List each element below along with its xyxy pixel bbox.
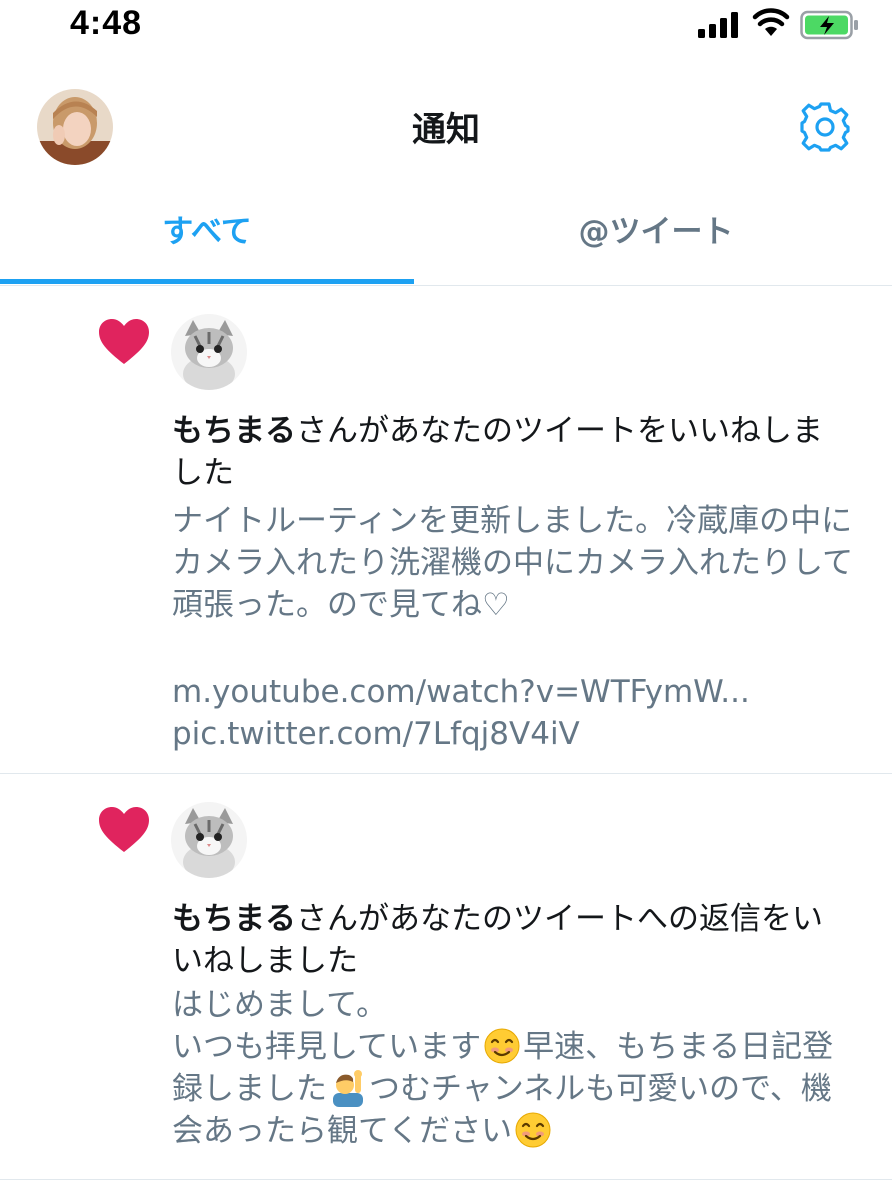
- wifi-icon: [752, 8, 790, 36]
- user-name[interactable]: もちまる: [172, 413, 296, 449]
- battery-charging-icon: [800, 10, 858, 40]
- tweet-line-greeting: はじめまして。: [172, 987, 388, 1023]
- tweet-preview: ナイトルーティンを更新しました。冷蔵庫の中にカメラ入れたり洗濯機の中にカメラ入れ…: [172, 500, 862, 626]
- page-title: 通知: [412, 110, 480, 150]
- tab-all[interactable]: すべて: [0, 196, 414, 284]
- notification-item[interactable]: もちまるさんがあなたのツイートをいいねしました ナイトルーティンを更新しました。…: [0, 286, 892, 774]
- tab-mentions[interactable]: @ツイート: [446, 196, 866, 284]
- smiling-face-emoji-icon: [484, 1028, 520, 1064]
- cat-avatar-image: [171, 802, 247, 878]
- notification-item[interactable]: もちまるさんがあなたのツイートへの返信をいいねしました はじめまして。 いつも拝…: [0, 774, 892, 1180]
- notification-message: もちまるさんがあなたのツイートをいいねしました: [172, 410, 852, 494]
- header: 通知: [0, 56, 892, 196]
- person-raising-hand-emoji-icon: [333, 1070, 363, 1107]
- user-name[interactable]: もちまる: [172, 901, 296, 937]
- active-tab-indicator: [0, 279, 414, 284]
- youtube-link[interactable]: m.youtube.com/watch?v=WTFymW...: [172, 671, 862, 713]
- status-time: 4:48: [70, 4, 143, 42]
- status-bar: 4:48: [0, 0, 892, 56]
- user-avatar[interactable]: [171, 314, 247, 390]
- cat-avatar-image: [171, 314, 247, 390]
- notification-tabs: すべて @ツイート: [0, 196, 892, 286]
- tweet-body: ナイトルーティンを更新しました。冷蔵庫の中にカメラ入れたり洗濯機の中にカメラ入れ…: [172, 503, 854, 623]
- pic-link[interactable]: pic.twitter.com/7Lfqj8V4iV: [172, 713, 862, 755]
- tweet-line-a: いつも拝見しています: [172, 1029, 482, 1065]
- notification-message: もちまるさんがあなたのツイートへの返信をいいねしました: [172, 898, 852, 982]
- cellular-signal-icon: [698, 12, 738, 38]
- heart-icon: [99, 319, 149, 364]
- tweet-links: m.youtube.com/watch?v=WTFymW... pic.twit…: [172, 671, 862, 755]
- user-avatar[interactable]: [171, 802, 247, 878]
- heart-icon: [99, 807, 149, 852]
- settings-gear-icon[interactable]: [798, 100, 852, 154]
- tweet-preview: はじめまして。 いつも拝見しています 早速、もちまる日記登録しました つむチャン…: [172, 984, 862, 1152]
- smiling-face-emoji-icon: [515, 1112, 551, 1148]
